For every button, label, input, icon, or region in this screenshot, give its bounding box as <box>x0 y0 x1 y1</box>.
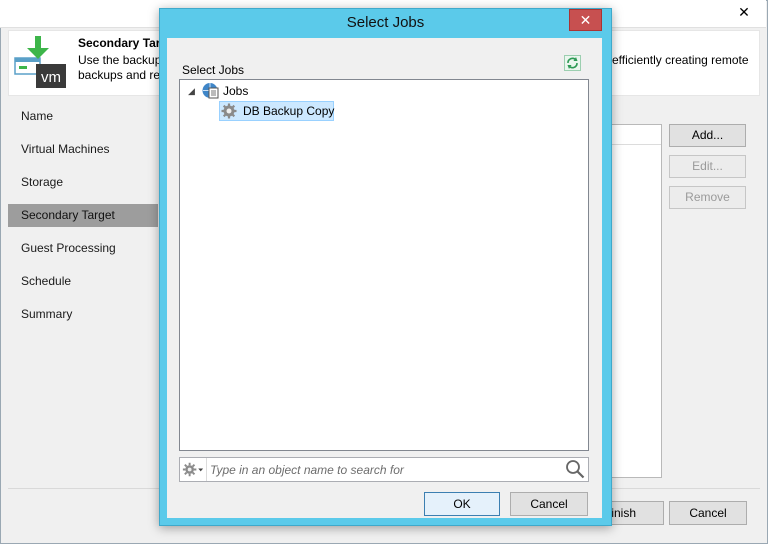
search-icon[interactable] <box>565 459 585 479</box>
nav-item-storage[interactable]: Storage <box>8 171 158 194</box>
search-input[interactable] <box>208 459 558 480</box>
wizard-close-button[interactable]: ✕ <box>728 2 760 22</box>
nav-item-summary[interactable]: Summary <box>8 303 158 326</box>
wizard-cancel-button[interactable]: Cancel <box>669 501 747 525</box>
ok-button[interactable]: OK <box>424 492 500 516</box>
nav-item-virtual-machines[interactable]: Virtual Machines <box>8 138 158 161</box>
select-jobs-label: Select Jobs <box>182 63 245 77</box>
search-type-dropdown-icon[interactable] <box>180 458 207 481</box>
gear-icon <box>221 103 237 119</box>
wizard-header-title: Secondary Targ <box>78 36 168 50</box>
dialog-close-button[interactable]: ✕ <box>569 9 602 31</box>
wizard-header-desc-line2: backups and re <box>78 68 161 82</box>
wizard-header-desc-right: efficiently creating remote <box>612 53 749 67</box>
jobs-icon <box>202 83 219 99</box>
svg-text:vm: vm <box>41 69 61 86</box>
tree-item-jobs[interactable]: Jobs <box>223 84 248 98</box>
cancel-button[interactable]: Cancel <box>510 492 588 516</box>
refresh-icon[interactable] <box>564 55 581 71</box>
nav-item-secondary-target[interactable]: Secondary Target <box>8 204 158 227</box>
nav-item-guest-processing[interactable]: Guest Processing <box>8 237 158 260</box>
tree-item-db-backup-copy-label: DB Backup Copy <box>243 104 335 118</box>
remove-button[interactable]: Remove <box>669 186 746 209</box>
dialog-title: Select Jobs <box>346 14 425 31</box>
jobs-tree[interactable] <box>179 79 589 451</box>
vm-backup-icon: vm <box>14 36 66 88</box>
wizard-header-desc-line1: Use the backup <box>78 53 162 67</box>
tree-expand-arrow-icon[interactable]: ◢ <box>188 86 195 97</box>
edit-button[interactable]: Edit... <box>669 155 746 178</box>
nav-item-name[interactable]: Name <box>8 105 158 128</box>
add-button[interactable]: Add... <box>669 124 746 147</box>
nav-item-schedule[interactable]: Schedule <box>8 270 158 293</box>
